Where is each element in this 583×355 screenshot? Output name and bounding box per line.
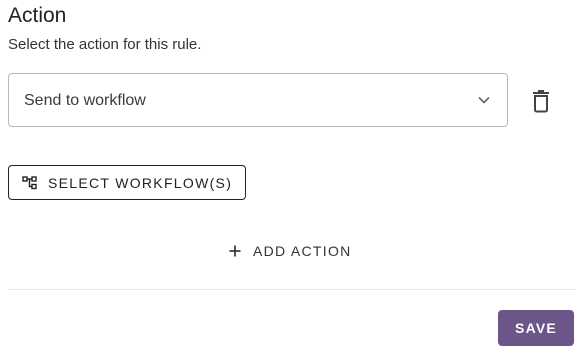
action-select[interactable]: Send to workflow (8, 73, 508, 127)
divider (8, 289, 575, 290)
add-action-label: ADD ACTION (253, 243, 352, 259)
action-section-title: Action (8, 4, 67, 27)
workflow-icon (22, 176, 37, 190)
select-workflow-button[interactable]: SELECT WORKFLOW(S) (8, 165, 246, 200)
plus-icon (229, 245, 241, 257)
select-workflow-label: SELECT WORKFLOW(S) (48, 175, 233, 191)
action-select-value: Send to workflow (24, 92, 146, 109)
chevron-down-icon (478, 96, 490, 104)
trash-icon[interactable] (530, 89, 552, 113)
save-button[interactable]: SAVE (498, 310, 574, 346)
action-section-subtitle: Select the action for this rule. (8, 36, 202, 53)
